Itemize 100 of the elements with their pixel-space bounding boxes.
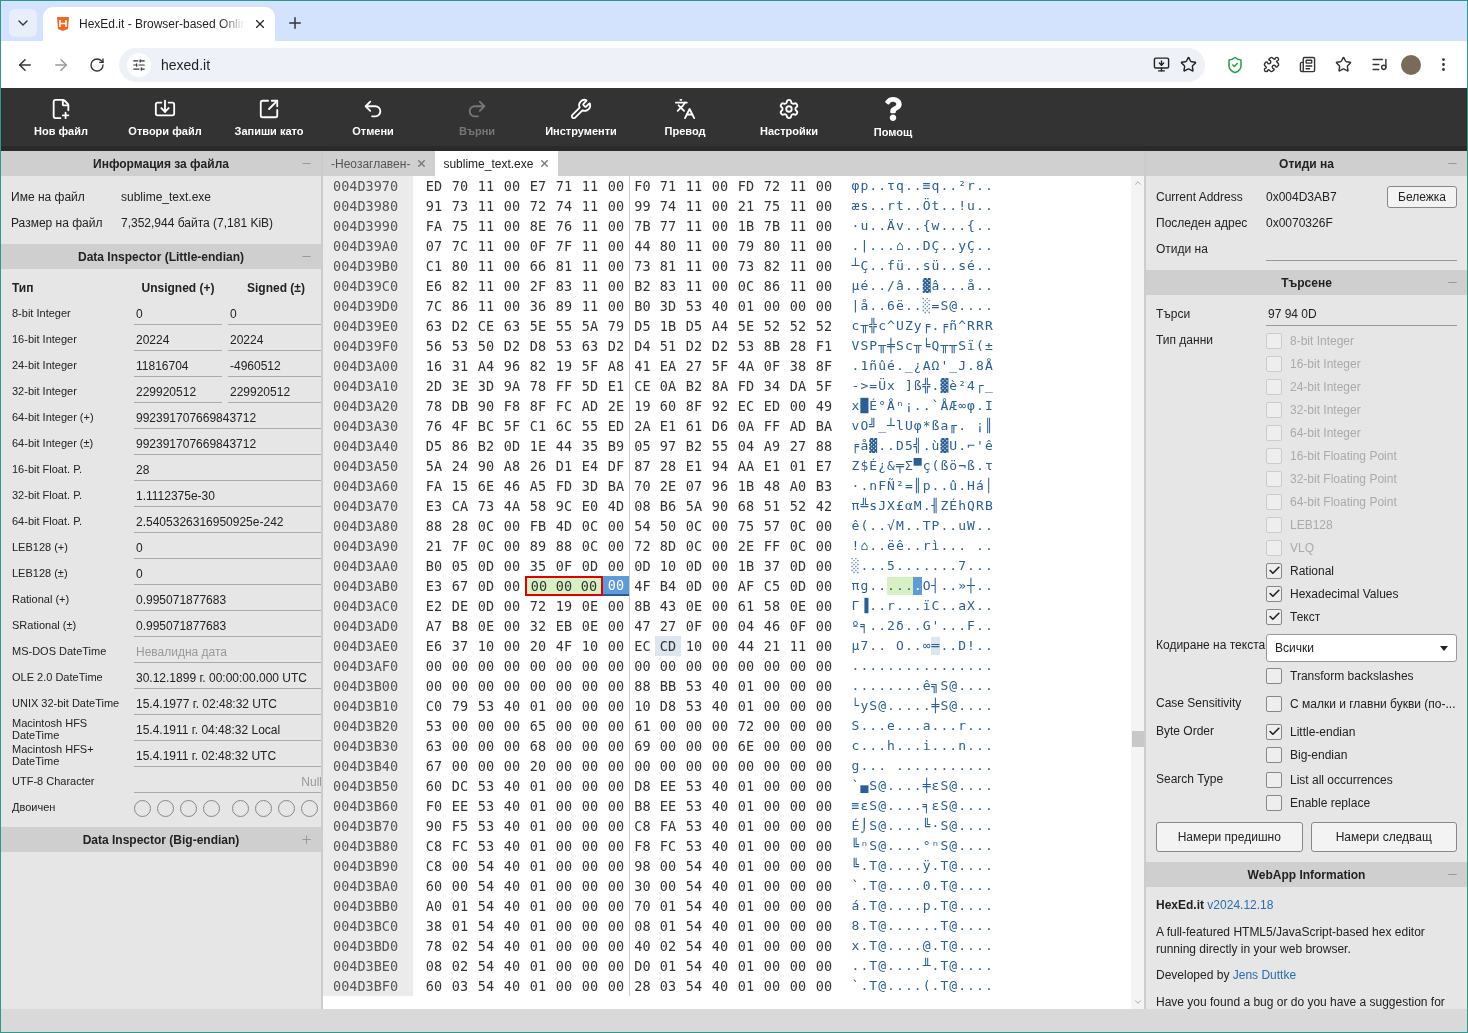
hex-byte[interactable]: 00 [603,176,629,196]
hex-byte[interactable]: 79 [447,696,473,716]
hex-byte[interactable]: D2 [681,336,707,356]
hex-byte[interactable]: 21 [759,636,785,656]
hex-byte[interactable]: 00 [759,976,785,996]
hex-byte[interactable]: EE [655,796,681,816]
hex-byte[interactable]: 00 [811,916,837,936]
hex-byte[interactable]: 00 [551,576,577,596]
hex-byte[interactable]: B3 [811,476,837,496]
hex-byte[interactable]: 79 [733,236,759,256]
hex-byte[interactable]: 90 [473,396,499,416]
hex-byte[interactable]: 00 [811,216,837,236]
hex-byte[interactable]: 73 [473,496,499,516]
hex-byte[interactable]: 00 [655,716,681,736]
hex-byte[interactable]: 00 [707,516,733,536]
hex-byte[interactable]: 00 [577,856,603,876]
hex-byte[interactable]: 65 [525,716,551,736]
hex-byte[interactable]: 54 [681,976,707,996]
hex-byte[interactable]: 55 [577,416,603,436]
hex-byte[interactable]: 10 [655,556,681,576]
hex-byte[interactable]: 00 [499,176,525,196]
hex-byte[interactable]: 60 [655,396,681,416]
hex-byte[interactable]: 1B [655,316,681,336]
hex-byte[interactable]: 00 [811,656,837,676]
hex-byte[interactable]: 11 [681,216,707,236]
hex-byte[interactable]: 00 [603,816,629,836]
hex-byte[interactable]: 04 [733,436,759,456]
hex-byte[interactable]: 01 [733,676,759,696]
hex-byte[interactable]: B0 [629,296,655,316]
bookmark-icon[interactable] [1180,56,1197,73]
hex-byte[interactable]: 46 [499,476,525,496]
hex-byte[interactable]: 00 [577,756,603,776]
hex-byte[interactable]: 00 [811,896,837,916]
hex-byte[interactable]: 7C [447,236,473,256]
hex-byte[interactable]: 00 [733,656,759,676]
hex-byte[interactable]: 26 [525,456,551,476]
hex-byte[interactable]: 0D [785,556,811,576]
hex-byte[interactable]: 00 [421,656,447,676]
checkbox[interactable] [1266,695,1282,712]
hex-byte[interactable]: 66 [525,256,551,276]
hex-byte[interactable]: 7F [551,236,577,256]
hex-byte[interactable]: F8 [499,396,525,416]
hex-byte[interactable]: 00 [785,776,811,796]
hex-byte[interactable]: B8 [629,796,655,816]
hex-byte[interactable]: 53 [681,696,707,716]
encoding-select[interactable]: Всички [1266,634,1457,662]
hex-byte[interactable]: FC [447,836,473,856]
hex-byte[interactable]: 00 [759,696,785,716]
hex-byte[interactable]: 0E [577,616,603,636]
hex-byte[interactable]: 0C [577,536,603,556]
hex-byte[interactable]: 3D [577,476,603,496]
hex-byte[interactable]: 00 [759,876,785,896]
hex-byte[interactable]: 00 [421,676,447,696]
hex-byte[interactable]: 00 [811,516,837,536]
hex-byte[interactable]: 00 [603,756,629,776]
hex-byte[interactable]: AD [785,416,811,436]
hex-byte[interactable]: 00 [447,676,473,696]
hex-byte[interactable]: 11 [785,196,811,216]
hex-byte[interactable]: 00 [603,876,629,896]
hex-byte[interactable]: 01 [733,836,759,856]
hex-byte[interactable]: C8 [629,816,655,836]
hex-byte[interactable]: 5F [577,356,603,376]
hex-byte[interactable]: 00 [759,796,785,816]
hex-byte[interactable]: 08 [421,956,447,976]
hex-byte[interactable]: 1B [733,556,759,576]
hex-byte[interactable]: 00 [759,716,785,736]
hex-byte[interactable]: 81 [551,256,577,276]
scrollbar[interactable] [1131,176,1144,1009]
hex-byte[interactable]: 00 [655,656,681,676]
hex-byte[interactable]: B2 [473,436,499,456]
hex-byte[interactable]: 40 [629,936,655,956]
hex-byte[interactable]: 82 [759,256,785,276]
hex-byte[interactable]: 54 [681,896,707,916]
hex-byte[interactable]: 0C [681,516,707,536]
hex-byte[interactable]: 00 [551,716,577,736]
hex-byte[interactable]: 01 [655,956,681,976]
hex-byte[interactable]: 00 [447,656,473,676]
hex-byte[interactable]: 19 [629,396,655,416]
hex-byte[interactable]: 00 [551,876,577,896]
hex-byte[interactable]: 5E [733,316,759,336]
hex-byte[interactable]: 53 [447,336,473,356]
file-tab[interactable]: sublime_text.exe [435,151,559,176]
hex-byte[interactable]: 90 [421,816,447,836]
hex-byte[interactable]: 00 [811,856,837,876]
hex-byte[interactable]: 60 [421,976,447,996]
hex-byte[interactable]: CE [473,316,499,336]
hex-byte[interactable]: 00 [759,656,785,676]
hex-byte[interactable]: 40 [499,776,525,796]
hex-byte[interactable]: 70 [629,476,655,496]
hex-byte[interactable]: 0E [785,596,811,616]
hex-byte[interactable]: 00 [707,216,733,236]
hex-byte[interactable]: 92 [707,396,733,416]
hex-byte[interactable]: B0 [421,556,447,576]
hex-byte[interactable]: CA [447,496,473,516]
hex-byte[interactable]: 1B [733,216,759,236]
hex-byte[interactable]: 00 [499,756,525,776]
hex-byte[interactable]: 40 [707,816,733,836]
hex-byte[interactable]: DB [447,396,473,416]
hex-byte[interactable]: 00 [577,656,603,676]
hex-byte[interactable]: 00 [473,736,499,756]
